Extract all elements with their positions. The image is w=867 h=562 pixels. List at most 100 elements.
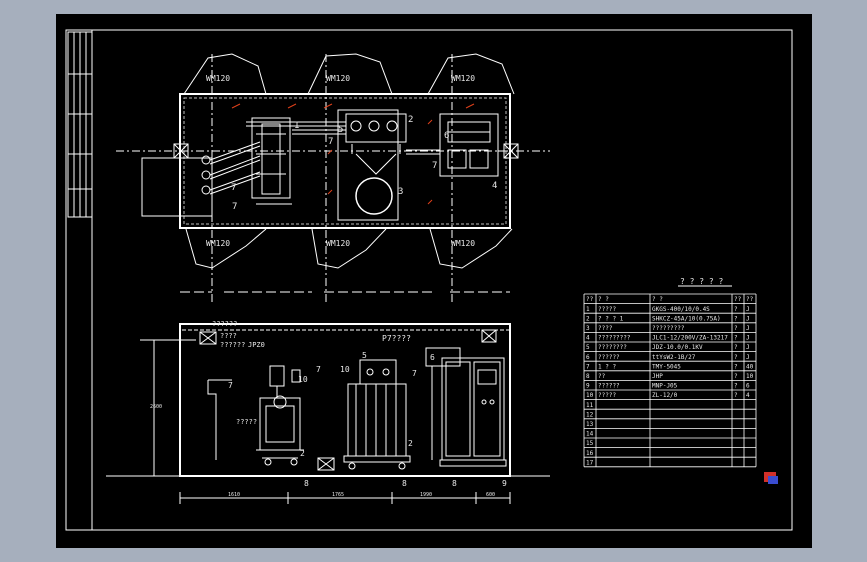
lamp-arcs-bottom [185,228,513,269]
note-2: ???? [220,332,237,340]
plan-callout-7: 4 [492,181,497,191]
table-cell: 8 [586,373,590,380]
table-cell: 7 [586,363,590,370]
light-label-top-3: WM120 [451,74,475,83]
table-cell: 1 ? ? [598,363,616,370]
plan-callout-1: 7 [231,183,236,193]
table-cell: 16 [586,450,594,457]
table-cell: J [746,325,750,332]
elev-callout-4: 10 [340,365,350,374]
table-cell: 3 [586,325,590,332]
table-cell: JDZ-10.0/0.1KV [652,344,703,351]
plan-view: WM120 WM120 WM120 WM120 WM120 WM120 7 7 … [116,53,550,304]
table-cell: ????????? [652,325,685,332]
height-dimension [140,339,196,476]
table-cell: 10 [746,373,754,380]
table-header-cell: ?? [734,296,742,303]
table-cell: 4 [586,335,590,342]
table-cell: 14 [586,431,594,438]
table-cell: 6 [746,383,750,390]
table-cell: ? ? ? 1 [598,315,624,322]
table-cell: 12 [586,411,594,418]
hv-switchgear-elevation [207,365,304,466]
plan-callout-9: 2 [408,115,413,125]
table-cell: ???? [598,325,613,332]
table-cell: ????? [598,306,616,313]
table-cell: 10 [586,392,594,399]
table-cell: J [746,335,750,342]
transformer-bay [337,109,399,221]
table-cell: J [746,344,750,351]
lv-cabinet-plan [406,113,504,177]
table-cell: ? [734,363,738,370]
plan-callout-3: 7 [328,137,333,147]
table-cell: JHP [652,373,663,380]
table-cell: 2 [586,315,590,322]
table-title: ? ? ? ? ? [680,277,724,286]
note-3: ?????? [220,341,245,349]
dim-label-1: 1610 [228,492,240,498]
elev-callout-7: 8 [304,479,309,488]
table-cell: ? [734,354,738,361]
elev-callout-5: 5 [362,351,367,360]
table-cell: ZL-12/0 [652,392,678,399]
table-cell: J [746,306,750,313]
table-cell: MNP-J05 [652,383,678,390]
table-cell: J [746,354,750,361]
table-cell: ?????? [598,383,620,390]
table-cell: 15 [586,440,594,447]
lv-cabinet-elevation [425,347,507,467]
table-cell: 13 [586,421,594,428]
table-header-cell: ?? [586,296,594,303]
table-cell: ????????? [598,335,631,342]
table-cell: ? [734,383,738,390]
table-cell: 11 [586,402,594,409]
table-cell: ?????? [598,354,620,361]
table-cell: 17 [586,459,594,466]
table-cell: ? [734,306,738,313]
dim-label-2: 1765 [332,492,344,498]
height-dimension-text: 2600 [150,404,162,410]
table-cell: ? [734,344,738,351]
table-cell: ? [734,392,738,399]
table-cell: 5 [586,344,590,351]
table-cell: 40 [746,363,754,370]
light-label-bottom-1: WM120 [206,239,230,248]
plan-callout-4: 7 [432,161,437,171]
elev-callout-8: 8 [402,479,407,488]
cad-drawing-sheet: WM120 WM120 WM120 WM120 WM120 WM120 7 7 … [56,14,812,548]
light-label-bottom-2: WM120 [326,239,350,248]
plan-callout-5: 5 [338,125,343,135]
elev-callout-3: 7 [316,365,321,374]
elev-callout-1: 7 [228,381,233,390]
note-5: ????? [236,418,257,426]
table-cell: ? [734,315,738,322]
logo-mark [764,472,778,484]
light-label-bottom-3: WM120 [451,239,475,248]
table-cell: ????? [598,392,616,399]
parts-table: ??? ?? ??? ??1????? GKGS-400/10/0.4S? J2? ?… [583,293,757,468]
table-cell: GKGS-400/10/0.4S [652,306,710,313]
elev-callout-12: 2 [408,439,413,448]
elevation-view: 2600 ?????? ???? ?????? JPZ0 ????? P7???… [106,320,550,504]
table-header-cell: ? ? [652,296,663,303]
drawing-canvas: WM120 WM120 WM120 WM120 WM120 WM120 7 7 … [65,29,793,531]
note-6: P7???? [382,334,411,343]
table-header-cell: ? ? [598,296,609,303]
note-4: JPZ0 [248,341,265,349]
table-cell: ???????? [598,344,627,351]
dim-label-3: 1990 [420,492,432,498]
plan-callout-8: 1 [294,121,299,131]
table-header-cell: ?? [746,296,754,303]
table-cell: J [746,315,750,322]
plan-callout-10: 6 [444,131,449,141]
table-cell: TMY-5045 [652,363,681,370]
plan-callout-6: 3 [398,187,403,197]
table-cell: 4 [746,392,750,399]
table-cell: 1 [586,306,590,313]
table-cell: ? [734,335,738,342]
plan-callout-2: 7 [232,202,237,212]
elev-callout-2: 10 [298,375,308,384]
table-cell: SHKCZ-45A/10(0.75A) [652,315,721,322]
cable-trench [141,157,213,217]
